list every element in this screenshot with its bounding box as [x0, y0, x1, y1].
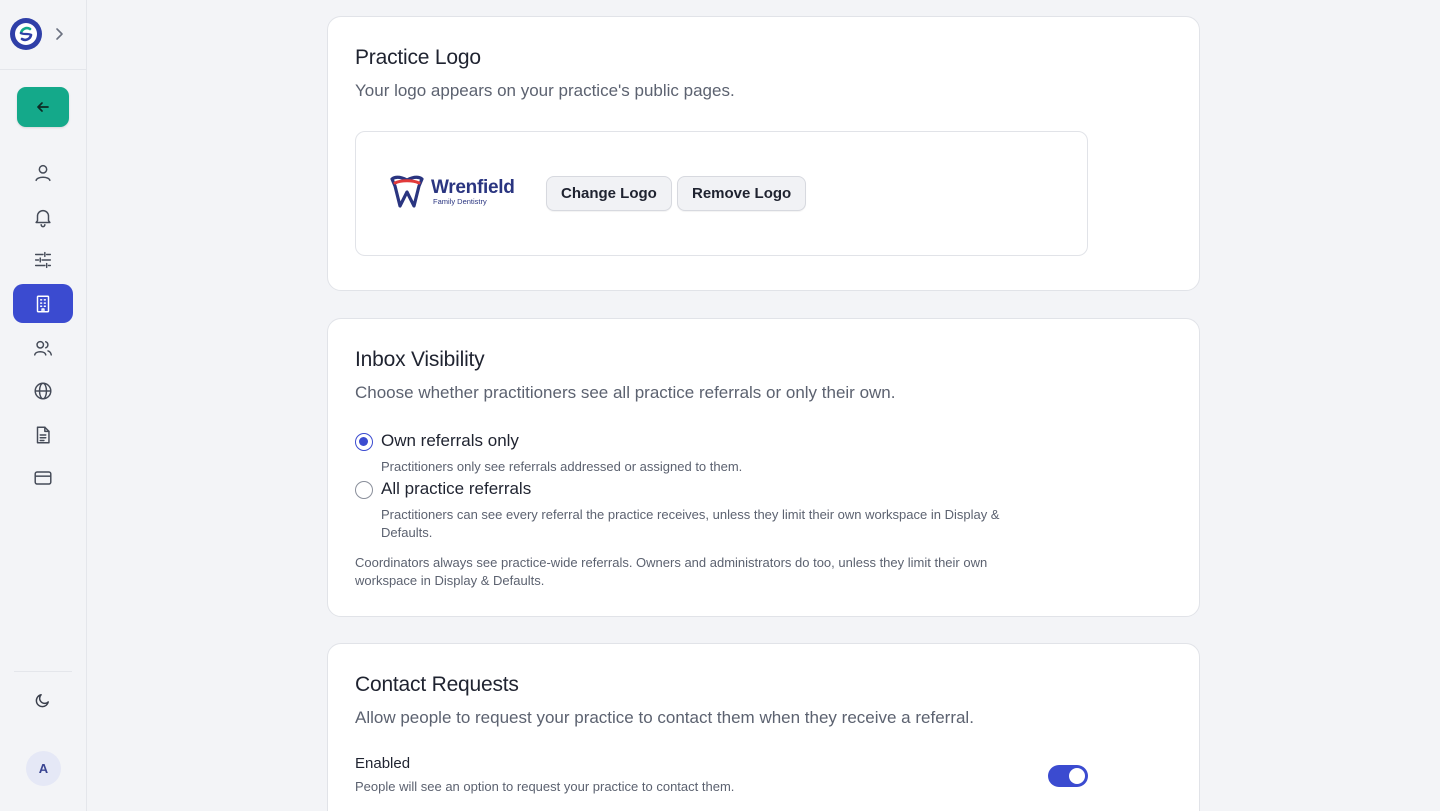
user-icon [35, 164, 51, 181]
card-title: Inbox Visibility [355, 348, 485, 371]
sidebar-item-preferences[interactable] [13, 240, 73, 279]
practice-logo: Wrenfield Family Dentistry [389, 175, 515, 209]
arrow-left-icon [37, 102, 49, 112]
visibility-note: Coordinators always see practice-wide re… [355, 555, 988, 588]
sidebar-item-documents[interactable] [13, 415, 73, 454]
theme-toggle-button[interactable] [27, 684, 59, 716]
sidebar-item-billing[interactable] [13, 458, 73, 497]
logo-preview-box: Wrenfield Family Dentistry Change Logo R… [355, 131, 1088, 256]
radio-label: All practice referrals [381, 479, 532, 498]
globe-icon [34, 381, 52, 400]
bell-icon [35, 209, 51, 227]
sidebar-item-team[interactable] [13, 328, 73, 367]
card-title: Contact Requests [355, 673, 519, 696]
remove-logo-button[interactable]: Remove Logo [677, 176, 807, 211]
card-description: Choose whether practitioners see all pra… [355, 383, 896, 402]
card-description: Your logo appears on your practice's pub… [355, 81, 735, 100]
card-title: Practice Logo [355, 46, 481, 69]
document-icon [36, 425, 50, 444]
radio-help-text: Practitioners only see referrals address… [381, 459, 743, 474]
sliders-icon [34, 251, 52, 268]
contact-requests-card: Contact Requests Allow people to request… [327, 643, 1200, 811]
radio-button[interactable] [355, 481, 373, 499]
toggle-help-text: People will see an option to request you… [355, 779, 735, 794]
sidebar-item-notifications[interactable] [13, 197, 73, 236]
contact-requests-toggle[interactable] [1048, 765, 1088, 787]
sidebar-item-profile[interactable] [13, 153, 73, 192]
avatar-initial: A [38, 761, 49, 776]
moon-icon [35, 694, 49, 708]
avatar[interactable]: A [26, 751, 61, 786]
change-logo-button[interactable]: Change Logo [546, 176, 672, 211]
sidebar-item-practice[interactable] [13, 284, 73, 323]
building-icon [36, 294, 50, 313]
inbox-visibility-card: Inbox Visibility Choose whether practiti… [327, 318, 1200, 617]
radio-button-checked[interactable] [355, 433, 373, 451]
tooth-logo-icon [390, 175, 424, 208]
users-icon [34, 340, 52, 356]
radio-help-text: Practitioners can see every referral the… [381, 507, 1000, 540]
card-description: Allow people to request your practice to… [355, 708, 974, 727]
sidebar: A [0, 0, 87, 811]
sidebar-divider [14, 671, 72, 672]
credit-card-icon [34, 470, 52, 485]
back-button[interactable] [17, 87, 69, 127]
sidebar-item-website[interactable] [13, 371, 73, 410]
app-logo-icon[interactable] [10, 18, 42, 50]
logo-subtitle: Family Dentistry [433, 197, 487, 207]
logo-name: Wrenfield [431, 177, 515, 199]
practice-logo-card: Practice Logo Your logo appears on your … [327, 16, 1200, 291]
sidebar-divider [0, 69, 87, 70]
radio-label: Own referrals only [381, 431, 519, 450]
toggle-label: Enabled [355, 755, 411, 772]
chevron-right-icon[interactable] [52, 26, 66, 42]
